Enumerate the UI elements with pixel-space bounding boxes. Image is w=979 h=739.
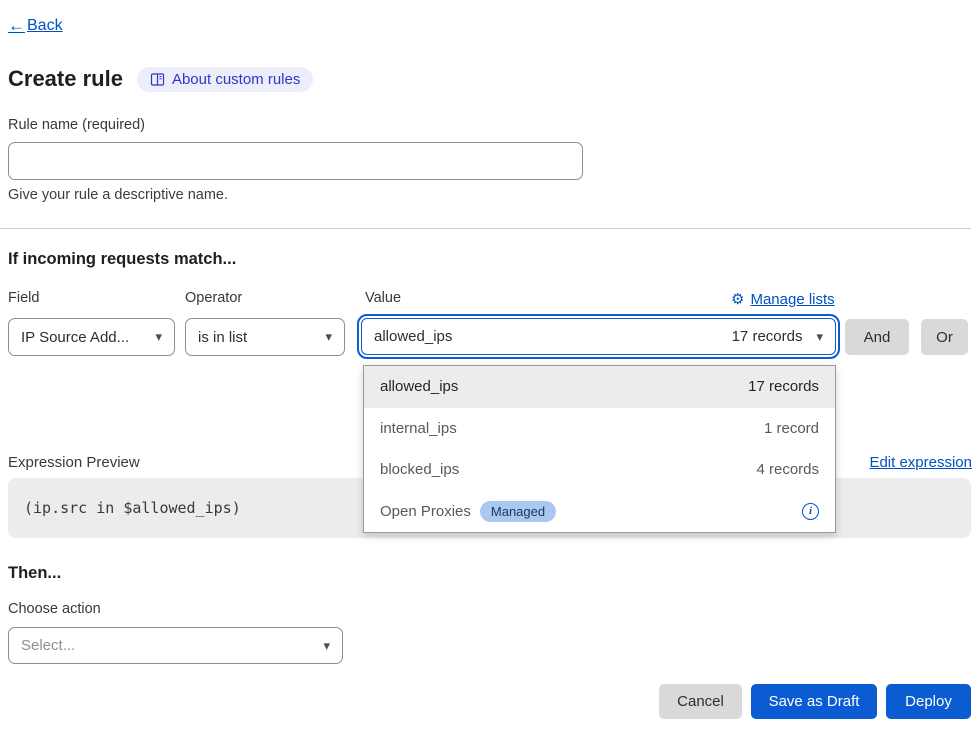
and-button[interactable]: And (845, 319, 909, 355)
value-select-focus-ring: allowed_ips 17 records ▾ (357, 314, 840, 359)
rule-name-label: Rule name (required) (8, 117, 145, 133)
action-select[interactable]: Select... ▾ (8, 627, 343, 664)
about-badge-label: About custom rules (172, 71, 300, 88)
info-icon[interactable]: i (802, 503, 819, 520)
create-rule-page: ←Back Create rule About custom rules Rul… (0, 0, 979, 739)
dropdown-option-blocked-ips[interactable]: blocked_ips 4 records (364, 449, 835, 491)
page-header: Create rule About custom rules (8, 66, 313, 92)
expression-preview-label: Expression Preview (8, 454, 140, 471)
list-name: blocked_ips (380, 461, 459, 478)
choose-action-label: Choose action (8, 601, 101, 617)
about-custom-rules-link[interactable]: About custom rules (137, 67, 313, 92)
dropdown-option-allowed-ips[interactable]: allowed_ips 17 records (364, 366, 835, 408)
dropdown-option-internal-ips[interactable]: internal_ips 1 record (364, 408, 835, 450)
chevron-down-icon: ▾ (816, 329, 823, 345)
section-divider (0, 228, 971, 229)
list-record-count: 17 records (748, 378, 819, 395)
chevron-down-icon: ▾ (323, 638, 330, 654)
operator-select[interactable]: is in list ▾ (185, 318, 345, 356)
field-select-value: IP Source Add... (21, 329, 129, 346)
back-link[interactable]: ←Back (8, 16, 63, 36)
field-select[interactable]: IP Source Add... ▾ (8, 318, 175, 356)
value-select[interactable]: allowed_ips 17 records ▾ (361, 318, 836, 355)
deploy-button[interactable]: Deploy (886, 684, 971, 719)
match-section-heading: If incoming requests match... (8, 250, 236, 269)
chevron-down-icon: ▾ (155, 329, 162, 345)
save-as-draft-button[interactable]: Save as Draft (751, 684, 877, 719)
list-name: internal_ips (380, 420, 457, 437)
list-name: Open Proxies (380, 503, 471, 520)
manage-lists-label: Manage lists (750, 291, 834, 308)
rule-name-helper: Give your rule a descriptive name. (8, 187, 228, 203)
or-button[interactable]: Or (921, 319, 968, 355)
field-label: Field (8, 290, 39, 306)
expression-code: (ip.src in $allowed_ips) (8, 499, 241, 517)
dropdown-option-open-proxies[interactable]: Open Proxies Managed i (364, 491, 835, 533)
value-select-value: allowed_ips (374, 328, 452, 345)
operator-label: Operator (185, 290, 242, 306)
value-select-count: 17 records (732, 328, 803, 345)
value-label: Value (365, 290, 401, 306)
manage-lists-link[interactable]: ⚙ Manage lists (731, 290, 835, 308)
value-dropdown-panel: allowed_ips 17 records internal_ips 1 re… (363, 365, 836, 533)
rule-name-input[interactable] (8, 142, 583, 180)
list-name: allowed_ips (380, 378, 458, 395)
list-record-count: 1 record (764, 420, 819, 437)
then-section-heading: Then... (8, 564, 61, 583)
page-title: Create rule (8, 66, 123, 92)
cancel-button[interactable]: Cancel (659, 684, 742, 719)
back-label: Back (27, 17, 63, 35)
book-icon (150, 72, 165, 87)
list-record-count: 4 records (756, 461, 819, 478)
managed-badge: Managed (480, 501, 556, 522)
edit-expression-link[interactable]: Edit expression (869, 454, 972, 471)
action-select-placeholder: Select... (21, 637, 75, 654)
back-arrow-icon: ← (8, 16, 25, 36)
gear-icon: ⚙ (731, 290, 744, 308)
operator-select-value: is in list (198, 329, 247, 346)
chevron-down-icon: ▾ (325, 329, 332, 345)
